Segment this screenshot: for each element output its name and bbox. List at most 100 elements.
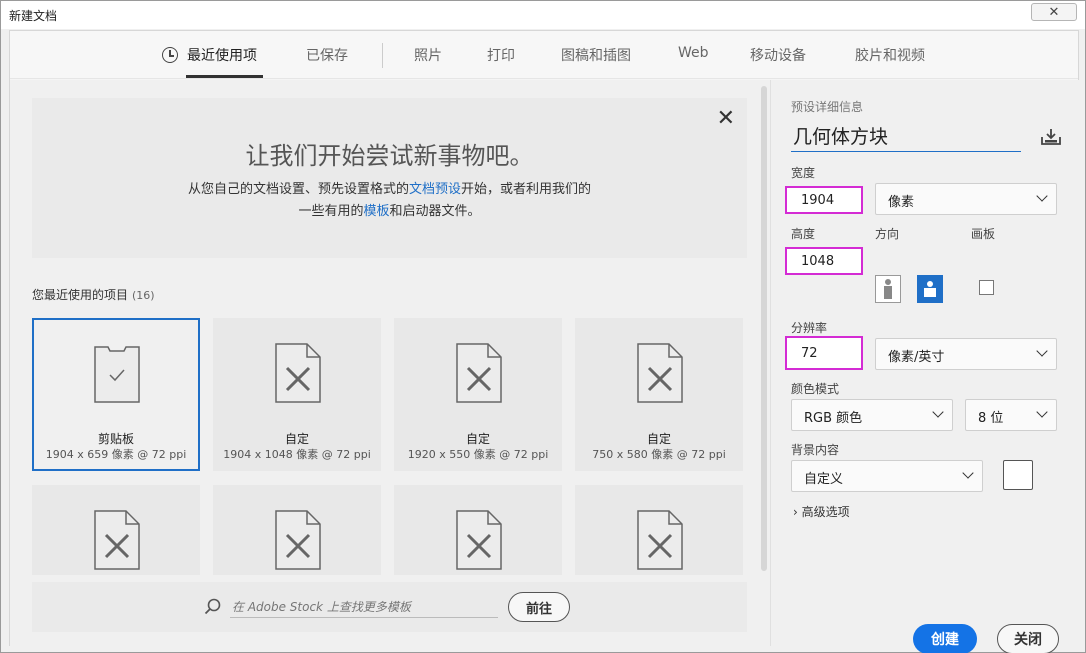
width-input[interactable]: 1904 (785, 186, 863, 214)
bit-depth-value: 8 位 (978, 411, 1004, 426)
card-name: 自定 (465, 432, 490, 446)
background-select[interactable]: 自定义 (791, 460, 983, 492)
tab-recent[interactable]: 最近使用项 (187, 45, 257, 65)
color-mode-select[interactable]: RGB 颜色 (791, 399, 953, 431)
chevron-right-icon: › (793, 505, 798, 519)
background-value: 自定义 (804, 472, 844, 487)
person-icon (924, 281, 936, 297)
artboard-checkbox[interactable] (979, 280, 994, 295)
card-meta: 1904 x 659 像素 @ 72 ppi (45, 448, 187, 461)
card-meta: 750 x 580 像素 @ 72 ppi (592, 448, 726, 461)
window-title: 新建文档 (9, 9, 58, 23)
templates-link[interactable]: 模板 (363, 204, 389, 219)
recent-items-count: (16) (132, 289, 155, 302)
banner-text: 从您自己的文档设置、预先设置格式的 (187, 182, 409, 197)
banner-text: 一些有用的 (298, 204, 364, 219)
chevron-down-icon (1036, 190, 1048, 202)
banner-title: 让我们开始尝试新事物吧。 (245, 142, 534, 170)
portrait-orientation-button[interactable] (875, 275, 901, 303)
orientation-label: 方向 (875, 227, 900, 241)
tab-art-illustration[interactable]: 图稿和插图 (561, 45, 631, 65)
document-tools-icon (637, 343, 683, 403)
new-document-dialog: 新建文档 ✕ 最近使用项 已保存 照片 打印 图稿和插图 Web 移动设备 胶片… (0, 0, 1086, 653)
width-unit-select[interactable]: 像素 (875, 183, 1057, 215)
color-mode-value: RGB 颜色 (804, 411, 863, 426)
chevron-down-icon (962, 467, 974, 479)
preset-details-panel: 预设详细信息 几何体方块 宽度 1904 像素 高度 1048 方向 画板 分辨… (770, 80, 1080, 653)
stock-search-input[interactable] (230, 596, 498, 618)
card-name: 自定 (284, 432, 309, 446)
tab-web[interactable]: Web (678, 45, 709, 61)
tab-mobile[interactable]: 移动设备 (750, 45, 806, 65)
color-mode-label: 颜色模式 (791, 382, 840, 396)
document-tools-icon (275, 510, 321, 570)
document-tools-icon (275, 343, 321, 403)
document-presets-link[interactable]: 文档预设 (409, 182, 461, 197)
chevron-down-icon (1036, 345, 1048, 357)
banner-close-icon[interactable]: ✕ (717, 106, 735, 131)
preset-details-label: 预设详细信息 (791, 100, 864, 114)
tab-photo[interactable]: 照片 (414, 45, 442, 65)
search-icon (204, 598, 221, 615)
height-input[interactable]: 1048 (785, 247, 863, 275)
banner-text: 开始，或者利用我们的 (461, 182, 592, 197)
tab-divider (382, 43, 383, 68)
width-unit-value: 像素 (888, 195, 915, 210)
landscape-orientation-button[interactable] (917, 275, 943, 303)
active-tab-indicator (186, 75, 263, 78)
recent-item-card[interactable]: 剪贴板 1904 x 659 像素 @ 72 ppi (32, 318, 200, 471)
resolution-unit-value: 像素/英寸 (888, 350, 945, 365)
document-tools-icon (637, 510, 683, 570)
banner-text-line2: 一些有用的模板和启动器文件。 (32, 200, 747, 219)
resolution-label: 分辨率 (791, 321, 828, 335)
stock-search-bar: 前往 (32, 582, 747, 632)
recent-item-card[interactable]: 自定 750 x 580 像素 @ 72 ppi (575, 318, 743, 471)
banner-text: 和启动器文件。 (389, 204, 481, 219)
title-bar: 新建文档 ✕ (1, 1, 1085, 29)
tab-saved[interactable]: 已保存 (306, 45, 348, 65)
recent-items-label: 您最近使用的项目 (32, 288, 129, 302)
card-name: 自定 (646, 432, 671, 446)
recent-item-card[interactable] (394, 485, 562, 575)
tab-print[interactable]: 打印 (487, 45, 515, 65)
card-meta: 1920 x 550 像素 @ 72 ppi (407, 448, 549, 461)
document-tools-icon (94, 510, 140, 570)
card-name: 剪贴板 (97, 432, 134, 446)
recent-items-heading: 您最近使用的项目 (16) (32, 286, 155, 303)
advanced-options-label: 高级选项 (801, 505, 850, 519)
recent-item-card[interactable]: 自定 1904 x 1048 像素 @ 72 ppi (213, 318, 381, 471)
recent-item-card[interactable]: 自定 1920 x 550 像素 @ 72 ppi (394, 318, 562, 471)
recent-item-card[interactable] (213, 485, 381, 575)
create-button[interactable]: 创建 (913, 624, 977, 653)
person-icon (884, 279, 892, 299)
bit-depth-select[interactable]: 8 位 (965, 399, 1057, 431)
chevron-down-icon (932, 406, 944, 418)
background-color-swatch[interactable] (1003, 460, 1033, 490)
resolution-input[interactable]: 72 (785, 336, 863, 370)
artboard-label: 画板 (971, 227, 996, 241)
clipboard-icon (94, 346, 140, 403)
chevron-down-icon (1036, 406, 1048, 418)
clock-icon (162, 47, 178, 63)
close-button[interactable]: 关闭 (997, 624, 1059, 653)
advanced-options-toggle[interactable]: › 高级选项 (793, 503, 850, 520)
resolution-unit-select[interactable]: 像素/英寸 (875, 338, 1057, 370)
tab-film-video[interactable]: 胶片和视频 (855, 45, 925, 65)
category-tabs: 最近使用项 已保存 照片 打印 图稿和插图 Web 移动设备 胶片和视频 (10, 31, 1078, 79)
document-tools-icon (456, 343, 502, 403)
save-preset-icon[interactable] (1041, 128, 1061, 146)
welcome-banner: ✕ 让我们开始尝试新事物吧。 从您自己的文档设置、预先设置格式的文档预设开始，或… (32, 98, 747, 258)
preset-name-field[interactable]: 几何体方块 (791, 122, 1021, 152)
recent-item-card[interactable] (32, 485, 200, 575)
presets-panel: ✕ 让我们开始尝试新事物吧。 从您自己的文档设置、预先设置格式的文档预设开始，或… (10, 80, 770, 646)
window-close-button[interactable]: ✕ (1031, 3, 1077, 21)
document-tools-icon (456, 510, 502, 570)
recent-item-card[interactable] (575, 485, 743, 575)
background-label: 背景内容 (791, 443, 840, 457)
height-label: 高度 (791, 227, 816, 241)
go-button[interactable]: 前往 (508, 592, 570, 622)
scrollbar[interactable] (761, 86, 767, 571)
banner-text-line1: 从您自己的文档设置、预先设置格式的文档预设开始，或者利用我们的 (32, 178, 747, 197)
dialog-content: 最近使用项 已保存 照片 打印 图稿和插图 Web 移动设备 胶片和视频 ✕ 让… (9, 30, 1080, 653)
width-label: 宽度 (791, 166, 816, 180)
